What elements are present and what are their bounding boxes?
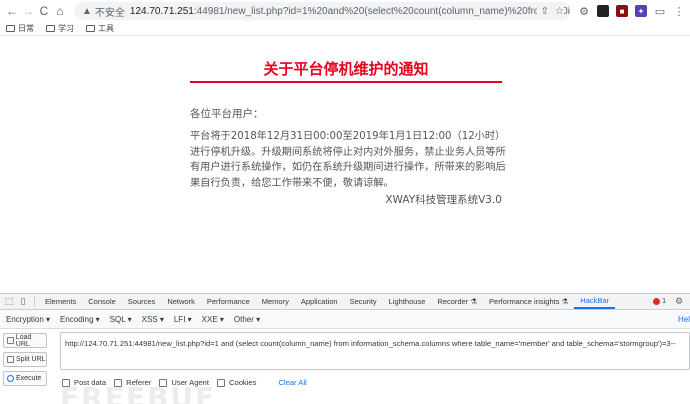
post-data-checkbox[interactable] [62, 378, 70, 387]
split-url-label: Split URL [16, 356, 46, 363]
divider [34, 296, 35, 307]
menu-encoding[interactable]: Encoding ▾ [60, 315, 100, 324]
inspect-element-icon[interactable]: ⬚ [2, 295, 16, 309]
url-host: 124.70.71.251 [129, 5, 194, 17]
hackbar-menubar: Encryption ▾ Encoding ▾ SQL ▾ XSS ▾ LFI … [0, 311, 690, 329]
extension-red-icon[interactable]: ■ [616, 5, 628, 17]
menu-other[interactable]: Other ▾ [234, 315, 260, 324]
greeting-text: 各位平台用户： [190, 108, 264, 120]
extension-gear-icon[interactable]: ⚙ [578, 5, 590, 18]
help-link[interactable]: Hel [678, 315, 690, 324]
devtools-tabbar: ⬚ ▯ Elements Console Sources Network Per… [0, 293, 690, 310]
tab-elements[interactable]: Elements [39, 294, 82, 309]
share-icon[interactable]: ⇧ [541, 6, 549, 17]
execute-icon [7, 375, 14, 382]
insecure-label[interactable]: 不安全 [95, 4, 125, 19]
bookmark-label: 工具 [98, 24, 114, 33]
folder-icon [86, 25, 95, 32]
option-label: User Agent [171, 378, 209, 387]
folder-icon [46, 25, 55, 32]
cookies-checkbox[interactable] [217, 378, 225, 387]
tab-performance-insights[interactable]: Performance insights ⚗ [483, 294, 574, 309]
settings-gear-icon[interactable]: ⚙ [672, 295, 686, 309]
bookmark-folder-tools[interactable]: 工具 [86, 23, 114, 34]
tab-lighthouse[interactable]: Lighthouse [383, 294, 432, 309]
extension-dark-icon[interactable] [597, 5, 609, 17]
option-cookies[interactable]: Cookies [217, 378, 256, 387]
error-badge[interactable]: 1 [653, 298, 666, 305]
tab-performance[interactable]: Performance [201, 294, 256, 309]
bookmark-label: 日常 [18, 24, 34, 33]
split-url-icon [7, 356, 14, 363]
tab-network[interactable]: Network [161, 294, 201, 309]
menu-xxe[interactable]: XXE ▾ [202, 315, 224, 324]
reload-icon[interactable]: C [36, 3, 52, 19]
devtools-actions: 1 ⚙ [653, 294, 686, 309]
forward-arrow-icon[interactable]: → [20, 3, 36, 19]
url-textarea[interactable]: http://124.70.71.251:44981/new_list.php?… [60, 332, 690, 370]
notice-body: 平台将于2018年12月31日00:00至2019年1月1日12:00（12小时… [190, 131, 506, 189]
home-icon[interactable]: ⌂ [52, 3, 68, 19]
menu-lfi[interactable]: LFI ▾ [174, 315, 192, 324]
option-referer[interactable]: Referer [114, 378, 151, 387]
hackbar-panel: Load URL Split URL Execute http://124.70… [0, 329, 690, 404]
bookmarks-bar: 日常 学习 工具 [0, 22, 690, 36]
error-icon [653, 298, 661, 305]
omnibox-actions: ⇧ ☆ [536, 2, 564, 20]
signature-text: XWAY科技管理系统V3.0 [385, 194, 502, 206]
tab-hackbar[interactable]: HackBar [574, 294, 616, 309]
load-url-button[interactable]: Load URL [3, 333, 47, 348]
browser-toolbar: ← → C ⌂ ▲ 不安全 124.70.71.251:44981/new_li… [0, 0, 690, 22]
menu-kebab-icon[interactable]: ⋮ [673, 5, 685, 18]
url-path: :44981/new_list.php?id=1%20and%20(select… [193, 5, 570, 17]
folder-icon [6, 25, 15, 32]
address-bar[interactable]: ▲ 不安全 124.70.71.251:44981/new_list.php?i… [74, 2, 570, 20]
tab-memory[interactable]: Memory [256, 294, 295, 309]
menu-encryption[interactable]: Encryption ▾ [6, 315, 50, 324]
execute-button[interactable]: Execute [3, 371, 47, 386]
error-count: 1 [662, 298, 666, 305]
option-label: Referer [126, 378, 152, 387]
tab-application[interactable]: Application [295, 294, 344, 309]
option-label: Post data [74, 378, 107, 387]
hackbar-options: Post data Referer User Agent Cookies Cle… [62, 378, 307, 387]
execute-label: Execute [16, 375, 42, 382]
sidebar-toggle-icon[interactable]: ▭ [654, 5, 666, 18]
referer-checkbox[interactable] [114, 378, 123, 387]
page-title: 关于平台停机维护的通知 [263, 60, 429, 78]
menu-sql[interactable]: SQL ▾ [110, 315, 132, 324]
bookmark-label: 学习 [58, 24, 74, 33]
load-url-label: Load URL [15, 333, 32, 348]
user-agent-checkbox[interactable] [159, 378, 168, 387]
load-url-icon [7, 337, 14, 344]
extensions-area: ⚙ ■ ✦ ▭ ⋮ [578, 5, 685, 18]
tab-recorder[interactable]: Recorder ⚗ [431, 294, 483, 309]
back-arrow-icon[interactable]: ← [4, 3, 20, 19]
tab-sources[interactable]: Sources [122, 294, 162, 309]
tab-console[interactable]: Console [82, 294, 122, 309]
option-user-agent[interactable]: User Agent [159, 378, 209, 387]
menu-xss[interactable]: XSS ▾ [142, 315, 164, 324]
option-label: Cookies [229, 378, 257, 387]
bookmark-folder-daily[interactable]: 日常 [6, 23, 34, 34]
bookmark-star-icon[interactable]: ☆ [555, 6, 564, 17]
warning-icon[interactable]: ▲ [82, 6, 92, 17]
extension-purple-icon[interactable]: ✦ [635, 5, 647, 17]
device-toolbar-icon[interactable]: ▯ [16, 295, 30, 309]
title-divider [190, 81, 502, 83]
option-post-data[interactable]: Post data [62, 378, 106, 387]
bookmark-folder-study[interactable]: 学习 [46, 23, 74, 34]
tab-security[interactable]: Security [344, 294, 383, 309]
clear-all-link[interactable]: Clear All [278, 378, 306, 387]
split-url-button[interactable]: Split URL [3, 352, 47, 367]
